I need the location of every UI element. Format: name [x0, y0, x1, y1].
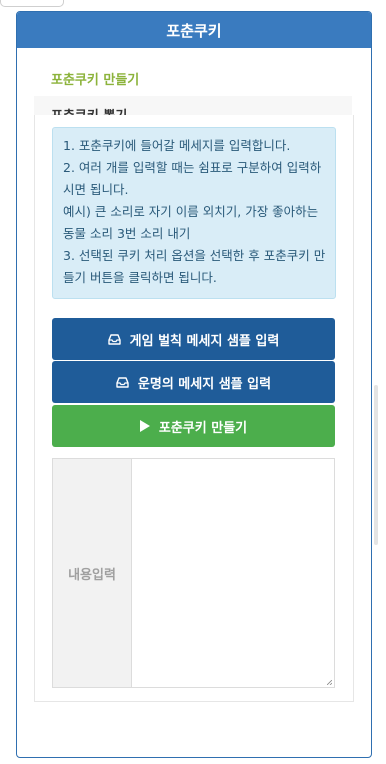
- notice-line: 2. 여러 개를 입력할 때는 쉼표로 구분하여 입력하시면 됩니다.: [63, 160, 322, 197]
- notice-line: 1. 포춘쿠키에 들어갈 메세지를 입력합니다.: [63, 138, 291, 153]
- game-penalty-sample-label: 게임 벌칙 메세지 샘플 입력: [129, 333, 280, 349]
- fortune-cookie-panel: 포춘쿠키 포춘쿠키 만들기 포춘쿠키 뽑기 1. 포춘쿠키에 들어갈 메세지를 …: [16, 11, 372, 758]
- notice-line: 3. 선택된 쿠키 처리 옵션을 선택한 후 포춘쿠키 만들기 버튼을 클릭하면…: [63, 248, 326, 285]
- inbox-icon: [116, 376, 129, 388]
- browser-tab-edge: [0, 0, 64, 7]
- content-input[interactable]: [132, 459, 334, 687]
- notice-line: 예시) 큰 소리로 자기 이름 외치기, 가장 좋아하는 동물 소리 3번 소리…: [63, 204, 319, 241]
- inbox-icon: [107, 333, 121, 345]
- game-penalty-sample-button[interactable]: 게임 벌칙 메세지 샘플 입력: [52, 318, 335, 360]
- panel-title: 포춘쿠키: [17, 12, 371, 48]
- play-icon: [139, 420, 150, 432]
- make-cookie-label: 포춘쿠키 만들기: [158, 420, 248, 436]
- fortune-sample-label: 운명의 메세지 샘플 입력: [137, 376, 272, 392]
- make-cookie-button[interactable]: 포춘쿠키 만들기: [52, 405, 335, 447]
- tab-make-cookie[interactable]: 포춘쿠키 만들기: [34, 60, 352, 96]
- instructions-notice: 1. 포춘쿠키에 들어갈 메세지를 입력합니다. 2. 여러 개를 입력할 때는…: [52, 127, 336, 299]
- resize-grip-icon[interactable]: [327, 680, 332, 685]
- content-input-label: 내용입력: [53, 459, 132, 687]
- tab-content: 1. 포춘쿠키에 들어갈 메세지를 입력합니다. 2. 여러 개를 입력할 때는…: [34, 115, 354, 702]
- content-input-group: 내용입력: [52, 458, 335, 688]
- fortune-sample-button[interactable]: 운명의 메세지 샘플 입력: [52, 361, 335, 403]
- page-scrollbar[interactable]: [374, 385, 378, 545]
